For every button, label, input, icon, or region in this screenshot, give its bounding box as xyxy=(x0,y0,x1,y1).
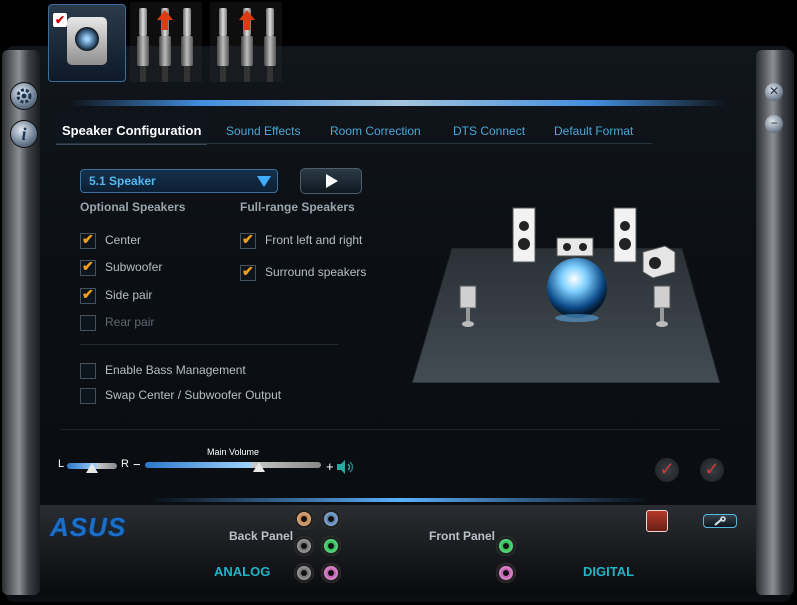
subwoofer-icon xyxy=(642,245,676,279)
options-divider xyxy=(80,344,338,345)
plug-icon[interactable] xyxy=(239,8,255,82)
front-right-speaker-icon xyxy=(613,207,637,263)
wrench-glyph xyxy=(714,516,726,526)
main-volume-slider[interactable] xyxy=(145,462,321,468)
tab-underline xyxy=(56,143,652,144)
front-panel-label: Front Panel xyxy=(429,529,496,543)
checkbox-icon xyxy=(80,258,96,276)
subwoofer-label: Subwoofer xyxy=(105,260,163,274)
front-left-right-label: Front left and right xyxy=(265,233,363,247)
fullrange-speakers-heading: Full-range Speakers xyxy=(240,200,355,214)
volume-divider xyxy=(60,429,720,430)
volume-minus-label: − xyxy=(133,457,141,472)
side-left-speaker-icon xyxy=(459,285,477,327)
plug-icon[interactable] xyxy=(263,8,277,82)
rear-pair-label: Rear pair xyxy=(105,315,155,329)
main-volume-label: Main Volume xyxy=(207,447,260,457)
arrow-up-icon xyxy=(157,10,173,30)
checkbox-icon xyxy=(240,231,256,249)
speaker-image xyxy=(67,17,107,65)
checkbox-icon xyxy=(80,363,96,379)
checkbox-icon xyxy=(80,231,96,249)
digital-label: DIGITAL xyxy=(583,564,635,579)
check-icon[interactable]: ✓ xyxy=(700,458,724,482)
plug-icon[interactable] xyxy=(180,8,194,82)
speaker-icons xyxy=(512,207,676,322)
checkbox-icon xyxy=(80,388,96,404)
tab-default-format[interactable]: Default Format xyxy=(554,118,633,144)
settings-gear-icon[interactable] xyxy=(10,82,38,110)
play-test-button[interactable] xyxy=(300,168,362,194)
back-panel-pink-port-icon[interactable] xyxy=(321,563,341,583)
side-pair-label: Side pair xyxy=(105,288,153,302)
default-device-check-icon: ✔ xyxy=(53,13,67,27)
check-icon[interactable]: ✓ xyxy=(655,458,679,482)
bottom-glow-divider xyxy=(150,498,650,502)
checkbox-icon xyxy=(240,263,256,281)
wrench-icon[interactable] xyxy=(703,514,737,528)
checkbox-icon xyxy=(80,315,96,331)
volume-plus-label: + xyxy=(326,459,334,474)
front-panel-pink-port-icon[interactable] xyxy=(496,563,516,583)
arrow-up-icon xyxy=(239,10,255,30)
info-icon[interactable]: i xyxy=(10,120,38,148)
main-volume-slider-thumb[interactable] xyxy=(253,462,266,472)
back-panel-blue-port-icon[interactable] xyxy=(321,509,341,529)
asus-logo: ASUS xyxy=(50,512,127,542)
listener-sphere xyxy=(547,258,607,318)
center-speaker-icon xyxy=(556,237,594,257)
tab-speaker-configuration[interactable]: Speaker Configuration xyxy=(56,118,208,145)
swap-center-sub-label: Swap Center / Subwoofer Output xyxy=(105,388,282,402)
tab-bar: Speaker Configuration Sound Effects Room… xyxy=(56,118,656,145)
front-panel-green-port-icon[interactable] xyxy=(496,536,516,556)
tab-dts-connect[interactable]: DTS Connect xyxy=(453,118,525,144)
digital-output-icon[interactable] xyxy=(646,510,668,532)
tab-sound-effects[interactable]: Sound Effects xyxy=(226,118,301,144)
front-left-speaker-icon xyxy=(512,207,536,263)
back-panel-gray-port-2-icon[interactable] xyxy=(294,563,314,583)
plug-icon[interactable] xyxy=(216,8,230,82)
back-panel-green-port-icon[interactable] xyxy=(321,536,341,556)
speaker-config-value: 5.1 Speaker xyxy=(89,174,156,188)
balance-right-label: R xyxy=(121,458,129,470)
analog-label: ANALOG xyxy=(214,564,271,579)
side-right-speaker-icon xyxy=(653,285,671,327)
balance-left-label: L xyxy=(58,458,65,470)
checkbox-icon xyxy=(80,286,96,304)
center-label: Center xyxy=(105,233,142,247)
balance-slider-thumb[interactable] xyxy=(86,463,98,473)
surround-speakers-label: Surround speakers xyxy=(265,265,367,279)
minimize-icon[interactable]: − xyxy=(765,115,783,133)
plug-icon[interactable] xyxy=(157,8,173,82)
volume-speaker-icon[interactable] xyxy=(337,460,355,474)
plug-icon[interactable] xyxy=(136,8,150,82)
optional-speakers-heading: Optional Speakers xyxy=(80,200,186,214)
bass-management-label: Enable Bass Management xyxy=(105,363,246,377)
back-panel-gray-port-icon[interactable] xyxy=(294,536,314,556)
back-panel-label: Back Panel xyxy=(229,529,294,543)
chevron-down-icon xyxy=(257,176,271,187)
speaker-device-icon[interactable]: ✔ xyxy=(48,4,126,82)
speaker-config-select[interactable]: 5.1 Speaker xyxy=(80,169,278,193)
gear-glyph xyxy=(16,88,32,104)
header-glow-divider xyxy=(70,100,726,106)
close-icon[interactable]: ✕ xyxy=(765,83,783,101)
back-panel-orange-port-icon[interactable] xyxy=(294,509,314,529)
tab-room-correction[interactable]: Room Correction xyxy=(330,118,421,144)
